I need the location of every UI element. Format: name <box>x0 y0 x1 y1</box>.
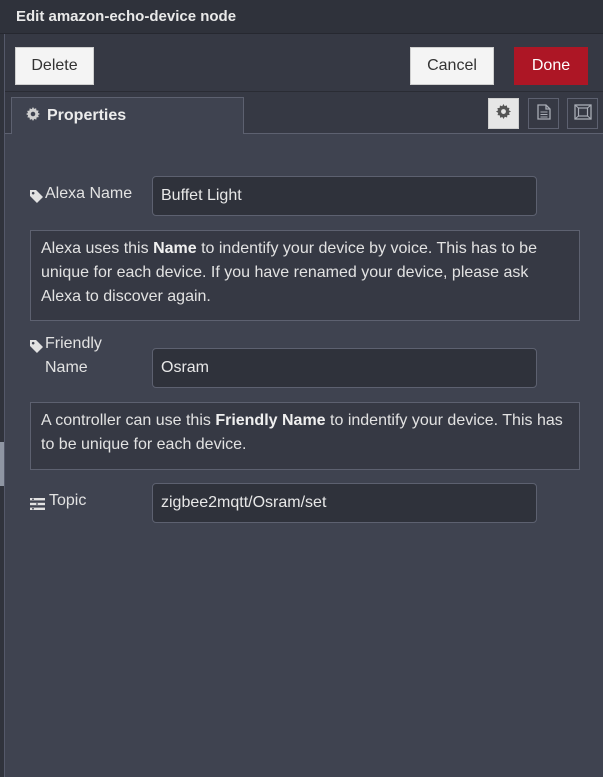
done-button[interactable]: Done <box>514 47 588 85</box>
resize-handle[interactable] <box>0 442 4 486</box>
appearance-icon <box>573 103 592 124</box>
alexa-name-tip: Alexa uses this Name to indentify your d… <box>30 230 580 321</box>
tip-bold-friendly-name: Friendly Name <box>215 412 326 429</box>
tab-settings-button[interactable] <box>488 98 519 129</box>
tab-properties[interactable]: Properties <box>11 97 244 134</box>
alexa-name-input[interactable] <box>152 176 537 216</box>
gear-icon <box>26 106 40 126</box>
topic-label: Topic <box>30 489 86 518</box>
cancel-button[interactable]: Cancel <box>410 47 494 85</box>
tab-description-button[interactable] <box>528 98 559 129</box>
topic-input[interactable] <box>152 483 537 523</box>
tab-properties-label: Properties <box>47 107 127 124</box>
dialog-title: Edit amazon-echo-device node <box>0 0 603 34</box>
friendly-name-label: Friendly Name <box>30 332 125 380</box>
description-icon <box>536 103 551 124</box>
tip-bold-name: Name <box>153 240 197 257</box>
friendly-name-tip: A controller can use this Friendly Name … <box>30 402 580 470</box>
tab-appearance-button[interactable] <box>567 98 598 129</box>
delete-button[interactable]: Delete <box>15 47 94 85</box>
friendly-name-input[interactable] <box>152 348 537 388</box>
tasks-icon <box>30 494 45 518</box>
alexa-name-label: Alexa Name <box>30 182 132 211</box>
tag-icon <box>30 337 43 361</box>
tag-icon <box>30 187 43 211</box>
dialog-toolbar: Delete Cancel Done <box>5 34 603 92</box>
gear-icon <box>496 104 511 123</box>
tabs-row: Properties <box>5 92 603 134</box>
